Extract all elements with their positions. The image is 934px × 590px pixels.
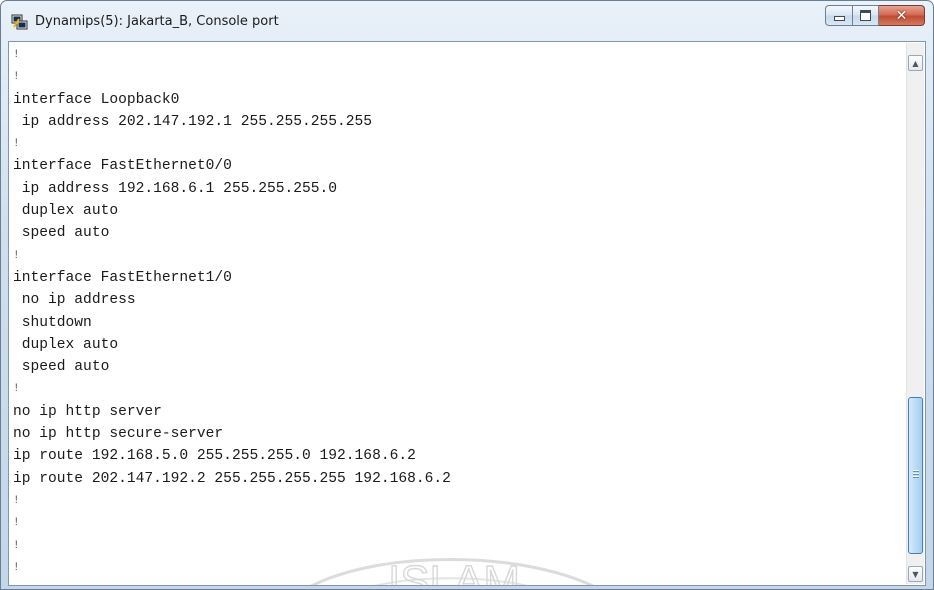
- scroll-up-arrow-icon[interactable]: ▲: [908, 55, 923, 71]
- scroll-thumb[interactable]: [908, 397, 923, 554]
- console-line: ip address 202.147.192.1 255.255.255.255: [13, 113, 373, 130]
- console-line: ip address 192.168.6.1 255.255.255.0: [13, 180, 338, 197]
- console-line: ip route 202.147.192.2 255.255.255.255 1…: [13, 470, 451, 487]
- console-line: shutdown: [13, 314, 92, 331]
- console-line: duplex auto: [13, 336, 119, 353]
- console-line: speed auto: [13, 225, 110, 242]
- console-line: no ip http server: [13, 403, 162, 420]
- close-button[interactable]: ✕: [879, 5, 925, 26]
- putty-terminal-icon: [11, 14, 28, 30]
- console-line: duplex auto: [13, 203, 119, 220]
- maximize-icon: [860, 10, 871, 21]
- scroll-grip-icon: [913, 470, 919, 478]
- vertical-scrollbar[interactable]: ▲ ▼: [906, 43, 924, 584]
- minimize-button[interactable]: [825, 5, 852, 26]
- console-line: no ip address: [13, 292, 136, 309]
- console-line: ip route 192.168.5.0 255.255.255.0 192.1…: [13, 448, 416, 465]
- console-line: interface Loopback0: [13, 91, 180, 108]
- console-line: !: [13, 138, 20, 151]
- caption-buttons: ✕: [825, 5, 925, 27]
- console-line: !: [13, 561, 20, 574]
- console-area[interactable]: !! interface Loopback0 ip address 202.147…: [8, 41, 926, 586]
- console-output[interactable]: !! interface Loopback0 ip address 202.147…: [13, 44, 903, 584]
- console-line: interface FastEthernet0/0: [13, 158, 232, 175]
- console-line: !: [13, 249, 20, 262]
- window-title: Dynamips(5): Jakarta_B, Console port: [35, 14, 279, 29]
- console-line: !: [13, 517, 20, 530]
- console-window: Dynamips(5): Jakarta_B, Console port ✕ !…: [0, 0, 934, 590]
- console-line: !: [13, 539, 20, 552]
- scroll-down-arrow-icon[interactable]: ▼: [908, 566, 923, 582]
- console-line: !: [13, 494, 20, 507]
- close-icon: ✕: [895, 7, 908, 24]
- console-line: no ip http secure-server: [13, 426, 224, 443]
- console-line: interface FastEthernet1/0: [13, 269, 232, 286]
- console-line: !: [13, 71, 20, 84]
- title-bar[interactable]: Dynamips(5): Jakarta_B, Console port ✕: [1, 1, 933, 41]
- console-line: !: [13, 383, 20, 396]
- console-line: speed auto: [13, 359, 110, 376]
- minimize-icon: [833, 16, 845, 21]
- maximize-button[interactable]: [852, 5, 879, 26]
- console-line: !: [13, 49, 20, 61]
